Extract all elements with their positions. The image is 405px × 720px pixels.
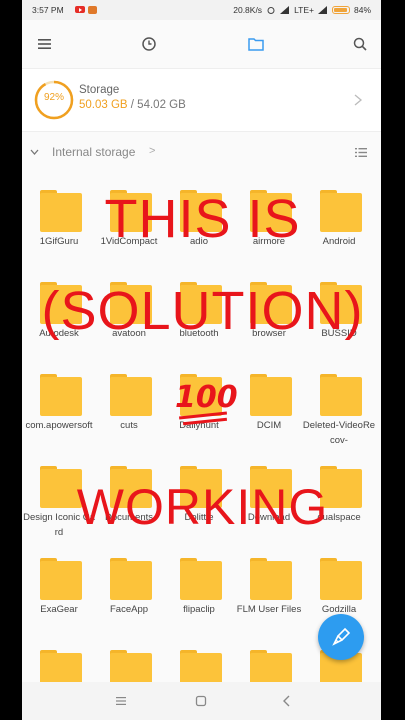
status-right-group: 20.8K/s LTE+ 84%	[233, 5, 371, 15]
folder-label: Deleted-VideoRecov-	[302, 420, 376, 446]
alarm-icon	[267, 7, 275, 14]
signal-icon	[280, 6, 290, 14]
storage-title: Storage	[79, 84, 120, 96]
storage-total: / 54.02 GB	[130, 99, 186, 111]
breadcrumb-internal-storage[interactable]: Internal storage	[52, 145, 135, 159]
folder-label: cuts	[120, 420, 138, 431]
folder-label: FaceApp	[109, 604, 149, 615]
folder-icon	[180, 558, 222, 600]
storage-used: 50.03 GB	[79, 99, 128, 111]
chevron-right-icon[interactable]	[353, 94, 363, 106]
folder-item[interactable]: FaceApp	[92, 540, 162, 626]
back-nav-icon[interactable]	[280, 694, 294, 708]
folder-icon	[110, 374, 152, 416]
folder-icon	[250, 374, 292, 416]
folder-label: flipaclip	[183, 604, 215, 615]
folder-item[interactable]: DCIM	[232, 356, 302, 442]
clock-icon[interactable]	[138, 33, 160, 55]
folder-item[interactable]: FLM User Files	[232, 540, 302, 626]
hundred-points-emoji: 100	[175, 380, 238, 426]
folder-icon	[250, 558, 292, 600]
folder-item[interactable]: com.apowersoft	[22, 356, 93, 442]
battery-percent: 84%	[353, 5, 371, 15]
home-nav-icon[interactable]	[194, 694, 208, 708]
network-type: LTE+	[294, 5, 314, 15]
folder-icon	[40, 374, 82, 416]
app-notification-icon	[88, 6, 97, 14]
folder-label: FLM User Files	[236, 604, 302, 615]
folder-label: ExaGear	[40, 604, 78, 615]
overlay-caption-line-1: THIS IS	[104, 189, 301, 249]
folder-item[interactable]: Deleted-VideoRecov-	[302, 356, 375, 446]
folder-item[interactable]: flipaclip	[162, 540, 232, 626]
app-bar	[22, 20, 381, 68]
list-view-icon[interactable]	[355, 147, 367, 158]
folder-icon	[320, 558, 362, 600]
youtube-notification-icon	[75, 6, 85, 13]
navigation-bar	[22, 682, 381, 720]
overlay-caption-line-2: (SOLUTION)	[41, 281, 364, 341]
folder-icon[interactable]	[245, 33, 267, 55]
chevron-down-icon[interactable]	[30, 149, 39, 156]
battery-icon	[331, 6, 350, 14]
folder-item[interactable]: cuts	[92, 356, 162, 442]
folder-item[interactable]: ExaGear	[22, 540, 92, 626]
breadcrumb: Internal storage >	[22, 140, 381, 166]
status-time: 3:57 PM	[32, 5, 64, 15]
status-bar: 3:57 PM 20.8K/s LTE+ 84%	[22, 0, 381, 20]
signal-icon-2	[317, 6, 327, 14]
clean-fab-button[interactable]	[318, 614, 364, 660]
folder-label: DCIM	[256, 420, 282, 431]
storage-card[interactable]: 92% Storage 50.03 GB / 54.02 GB	[22, 68, 381, 132]
file-manager-screen: 3:57 PM 20.8K/s LTE+ 84% 92% Storage 50.…	[22, 0, 381, 720]
folder-icon	[320, 374, 362, 416]
hamburger-menu-icon[interactable]	[34, 33, 56, 55]
broom-clean-icon	[332, 627, 351, 646]
recents-nav-icon[interactable]	[114, 694, 128, 708]
search-icon[interactable]	[349, 33, 371, 55]
folder-item[interactable]: Godzilla	[302, 540, 372, 626]
overlay-caption-line-3: WORKING	[76, 479, 329, 535]
folder-icon	[40, 558, 82, 600]
folder-label: com.apowersoft	[25, 420, 93, 431]
breadcrumb-separator: >	[149, 145, 156, 157]
folder-icon	[110, 558, 152, 600]
network-speed: 20.8K/s	[233, 5, 263, 15]
storage-percent: 92%	[43, 92, 64, 103]
hundred-emoji-text: 100	[175, 380, 238, 415]
storage-usage: 50.03 GB / 54.02 GB	[79, 99, 186, 111]
